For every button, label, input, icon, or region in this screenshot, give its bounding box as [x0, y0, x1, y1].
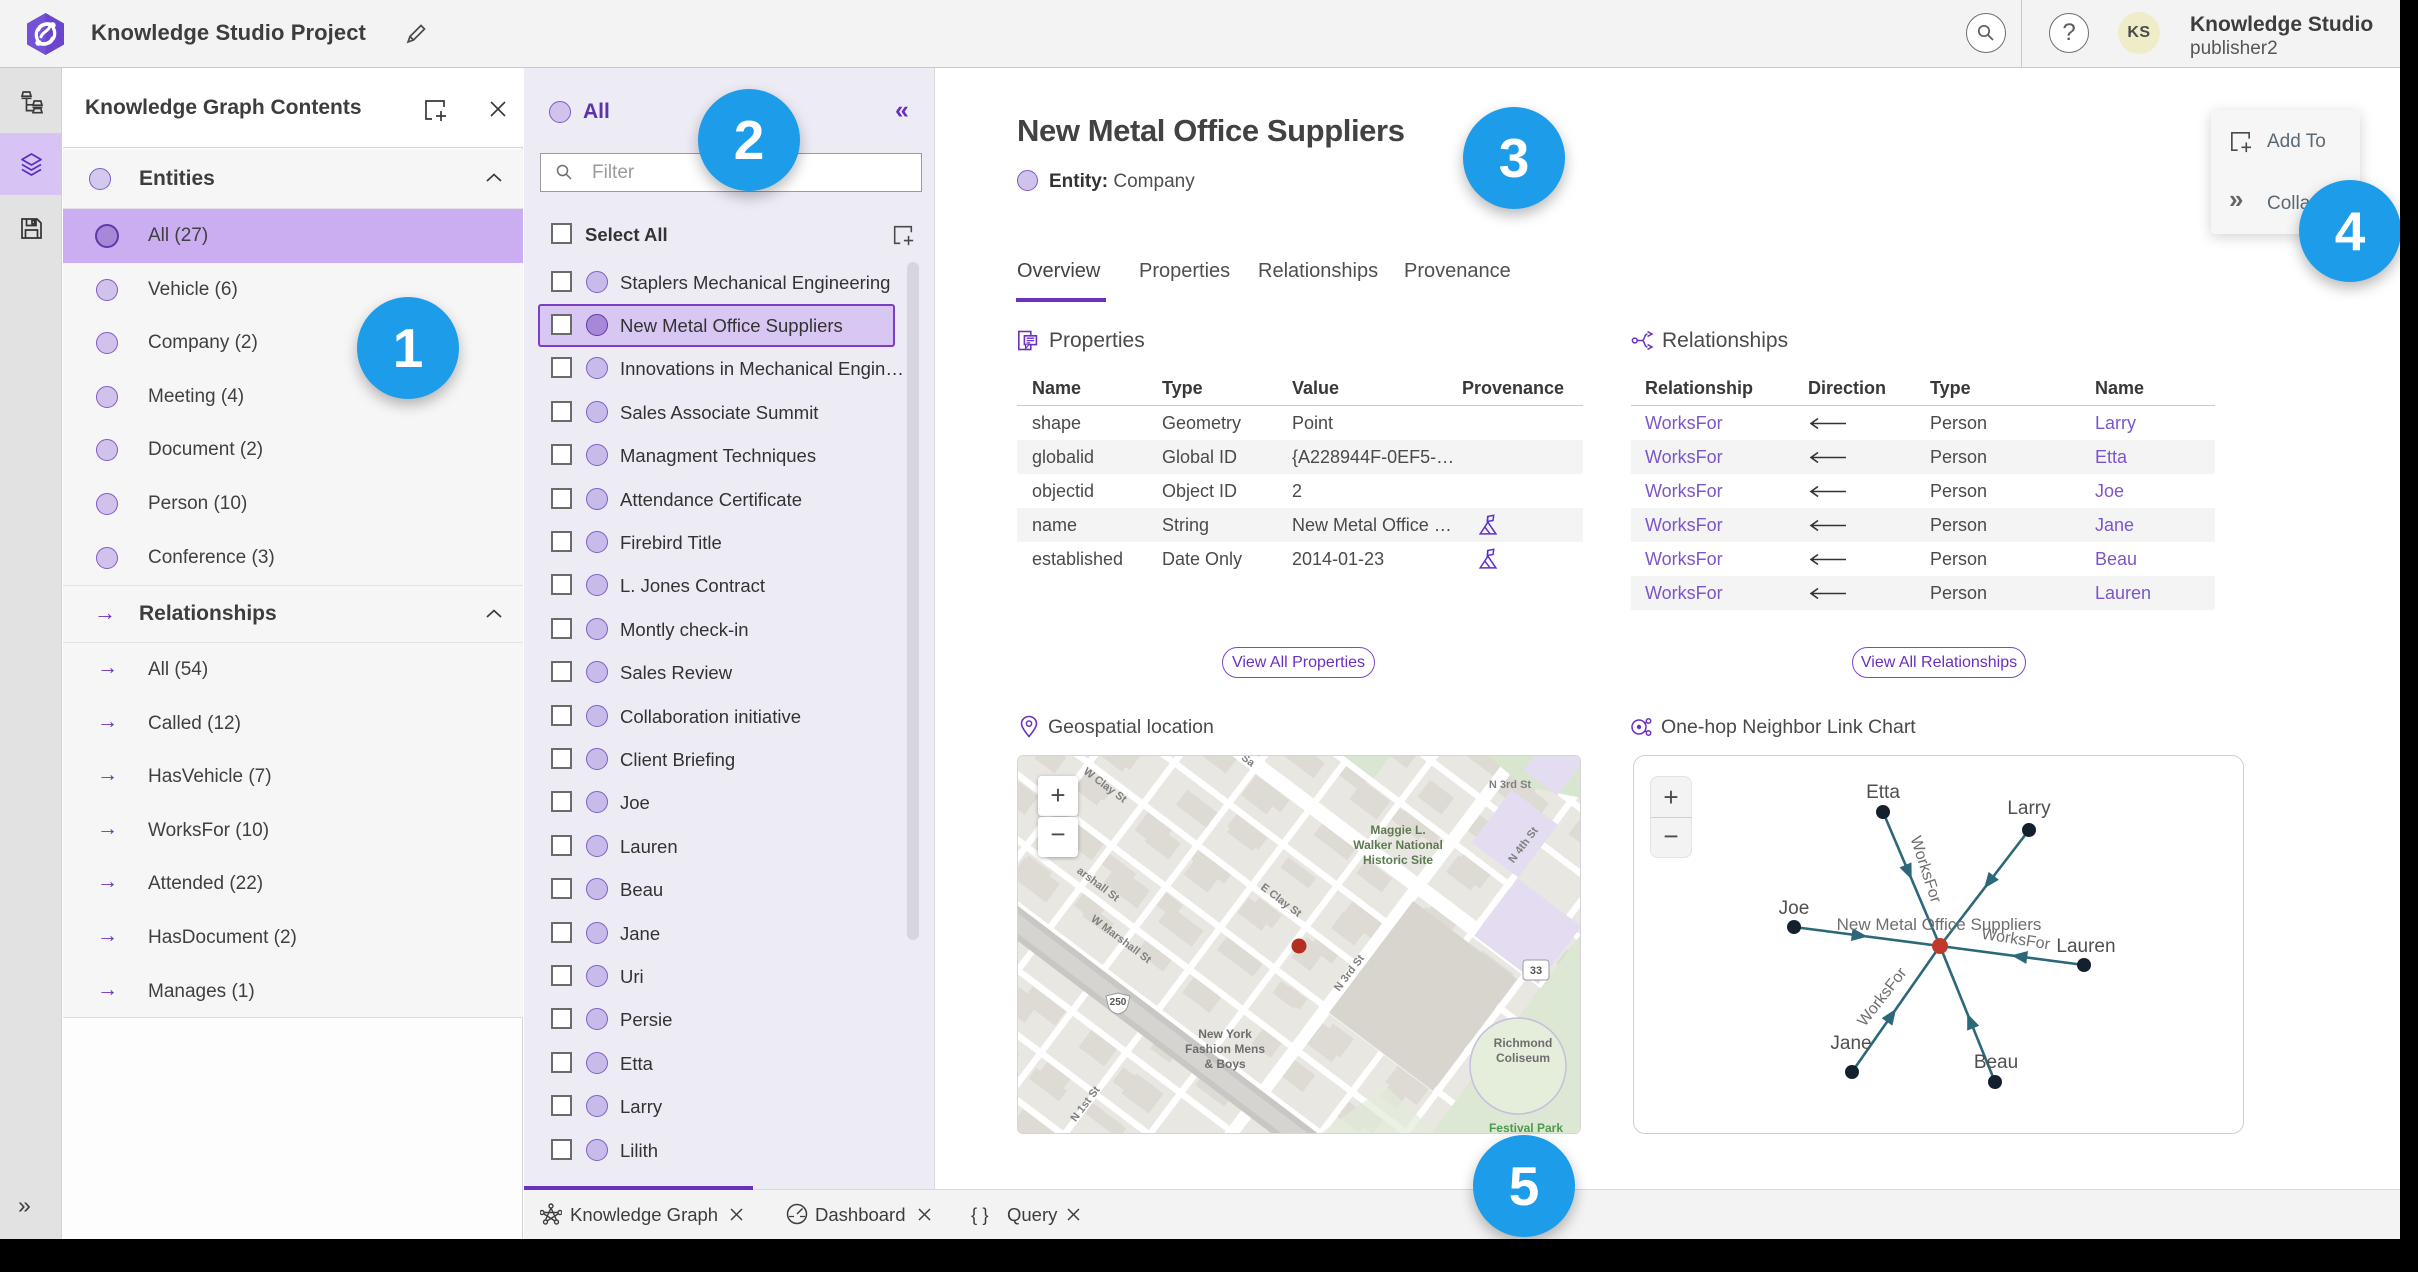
- svg-text:Historic Site: Historic Site: [1363, 853, 1433, 867]
- svg-text:Fashion Mens: Fashion Mens: [1185, 1042, 1265, 1056]
- svg-text:& Boys: & Boys: [1204, 1057, 1246, 1071]
- svg-text:Richmond: Richmond: [1494, 1036, 1553, 1050]
- svg-text:Larry: Larry: [2007, 798, 2051, 819]
- svg-text:Festival Park: Festival Park: [1489, 1121, 1563, 1134]
- svg-text:250: 250: [1110, 997, 1127, 1008]
- svg-text:N 3rd St: N 3rd St: [1489, 779, 1532, 791]
- svg-text:WorksFor: WorksFor: [1907, 834, 1945, 906]
- svg-text:Maggie L.: Maggie L.: [1370, 823, 1425, 837]
- svg-text:Jane: Jane: [1830, 1033, 1871, 1054]
- svg-text:Walker National: Walker National: [1353, 838, 1443, 852]
- svg-text:Etta: Etta: [1866, 782, 1900, 803]
- svg-text:Beau: Beau: [1974, 1052, 2018, 1073]
- svg-text:33: 33: [1530, 965, 1542, 977]
- svg-text:New York: New York: [1198, 1027, 1252, 1041]
- svg-text:WorksFor: WorksFor: [1855, 964, 1911, 1029]
- svg-text:Lauren: Lauren: [2056, 936, 2115, 957]
- svg-text:Joe: Joe: [1779, 898, 1810, 919]
- svg-text:Coliseum: Coliseum: [1496, 1051, 1550, 1065]
